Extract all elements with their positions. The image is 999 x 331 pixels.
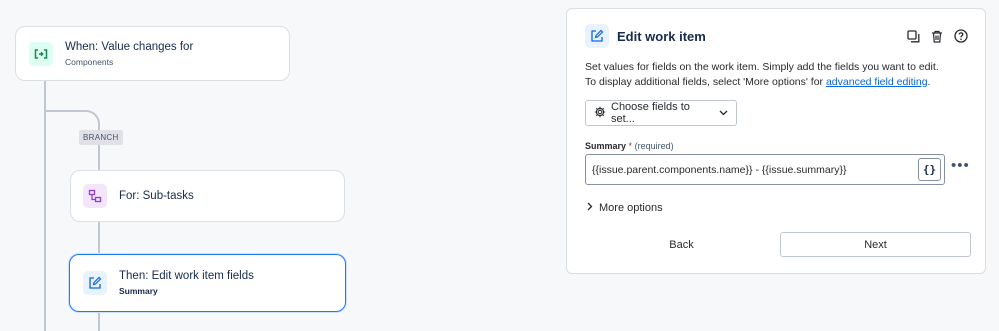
- smart-value-button[interactable]: {}: [918, 158, 941, 181]
- description-end: .: [927, 76, 931, 88]
- action-title: Then: Edit work item fields: [119, 270, 254, 282]
- more-actions-icon[interactable]: •••: [951, 158, 970, 173]
- chevron-right-icon: [587, 202, 593, 214]
- choose-fields-button[interactable]: Choose fields to set...: [585, 100, 737, 126]
- summary-label: Summary: [585, 141, 627, 151]
- gear-icon: [594, 106, 606, 121]
- help-icon[interactable]: [953, 28, 969, 44]
- summary-field-label: Summary * (required): [585, 141, 674, 151]
- choose-fields-label: Choose fields to set...: [611, 101, 690, 125]
- duplicate-icon[interactable]: [905, 28, 921, 44]
- action-node[interactable]: Then: Edit work item fields Summary: [69, 254, 346, 312]
- more-options-toggle[interactable]: More options: [587, 202, 663, 214]
- edit-icon: [83, 271, 107, 295]
- required-asterisk: *: [628, 141, 633, 151]
- next-button[interactable]: Next: [780, 232, 971, 257]
- panel-title: Edit work item: [617, 28, 706, 44]
- summary-input[interactable]: {{issue.parent.components.name}} - {{iss…: [585, 154, 945, 185]
- description-line-2: To display additional fields, select 'Mo…: [585, 76, 826, 88]
- panel-description: Set values for fields on the work item. …: [585, 60, 980, 90]
- trigger-title: When: Value changes for: [65, 40, 194, 53]
- rule-canvas: BRANCH When: Value changes for Component…: [0, 0, 560, 331]
- description-line-1: Set values for fields on the work item. …: [585, 61, 939, 73]
- branch-node[interactable]: For: Sub-tasks: [70, 170, 345, 222]
- advanced-field-editing-link[interactable]: advanced field editing: [826, 76, 928, 88]
- delete-icon[interactable]: [929, 28, 945, 44]
- value-change-icon: [29, 41, 53, 66]
- required-text: (required): [634, 141, 674, 151]
- subtasks-branch-icon: [83, 184, 107, 208]
- back-button[interactable]: Back: [585, 232, 778, 257]
- chevron-down-icon: [719, 107, 728, 119]
- summary-value: {{issue.parent.components.name}} - {{iss…: [592, 163, 847, 176]
- branch-tag: BRANCH: [79, 130, 123, 145]
- trigger-subtitle: Components: [65, 56, 114, 67]
- panel-header: Edit work item: [585, 23, 969, 49]
- edit-work-item-panel: Edit work item Set values for fields on …: [566, 8, 986, 274]
- edit-icon: [585, 24, 609, 48]
- action-subtitle: Summary: [119, 286, 158, 296]
- more-options-label: More options: [599, 202, 663, 214]
- trigger-node[interactable]: When: Value changes for Components: [15, 26, 290, 81]
- branch-title: For: Sub-tasks: [119, 190, 194, 202]
